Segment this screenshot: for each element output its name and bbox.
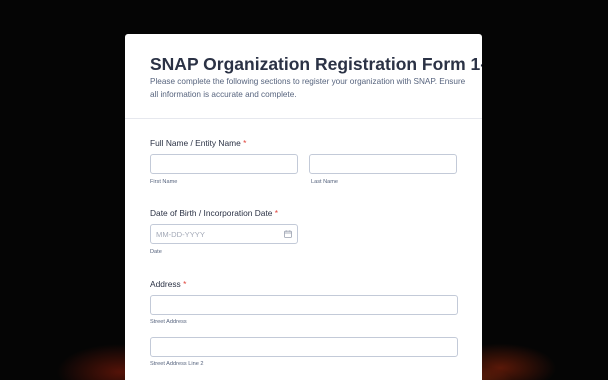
date-placeholder: MM-DD-YYYY (156, 230, 205, 239)
required-asterisk: * (183, 279, 187, 289)
form-subtitle: Please complete the following sections t… (150, 77, 466, 99)
form-header: SNAP Organization Registration Form 1-A … (125, 34, 482, 119)
street-address-line2-sublabel: Street Address Line 2 (150, 361, 204, 367)
street-address-sublabel: Street Address (150, 319, 187, 325)
date-sublabel: Date (150, 249, 162, 255)
address-label-text: Address (150, 279, 181, 289)
full-name-label-text: Full Name / Entity Name (150, 138, 241, 148)
required-asterisk: * (274, 208, 279, 218)
date-input[interactable]: MM-DD-YYYY (150, 224, 298, 244)
form-title: SNAP Organization Registration Form 1-A (150, 54, 482, 74)
calendar-icon[interactable] (284, 230, 292, 238)
required-asterisk: * (243, 138, 247, 148)
first-name-sublabel: First Name (150, 179, 178, 185)
date-of-birth-label-text: Date of Birth / Incorporation Date (150, 208, 273, 218)
first-name-input[interactable] (150, 154, 298, 174)
last-name-sublabel: Last Name (311, 179, 339, 185)
last-name-input[interactable] (309, 154, 457, 174)
address-label: Address * (150, 279, 186, 289)
date-of-birth-label: Date of Birth / Incorporation Date * (150, 208, 278, 218)
street-address-line2-input[interactable] (150, 337, 458, 357)
street-address-input[interactable] (150, 295, 458, 315)
full-name-label: Full Name / Entity Name * (150, 138, 246, 148)
form-card: SNAP Organization Registration Form 1-A … (125, 34, 482, 380)
